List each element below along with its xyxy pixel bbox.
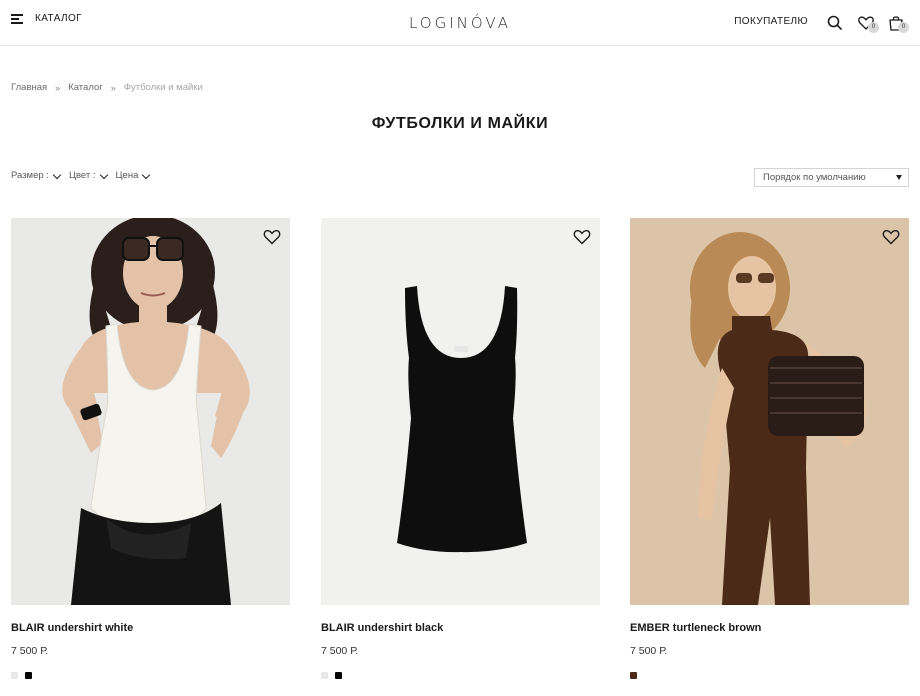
product-photo-illustration xyxy=(11,218,290,605)
product-name[interactable]: BLAIR undershirt black xyxy=(321,622,600,634)
chevron-down-icon xyxy=(142,170,151,179)
product-price: 7 500 Р. xyxy=(321,645,359,657)
breadcrumb-separator: » xyxy=(55,82,61,93)
size-filter-label: Размер : xyxy=(11,170,49,181)
breadcrumb-current: Футболки и майки xyxy=(123,82,203,93)
breadcrumb-catalog-link[interactable]: Каталог xyxy=(68,82,103,93)
price-filter-label: Цена xyxy=(115,170,139,181)
sort-selected-value: Порядок по умолчанию xyxy=(763,172,866,183)
product-card: BLAIR undershirt black 7 500 Р. xyxy=(321,218,600,679)
color-swatch-black[interactable] xyxy=(25,672,32,679)
chevron-down-icon xyxy=(99,170,108,179)
product-price: 7 500 Р. xyxy=(630,645,668,657)
product-photo-illustration xyxy=(321,218,600,605)
color-swatch-white[interactable] xyxy=(11,672,18,679)
search-icon[interactable] xyxy=(826,14,844,32)
cart-bag-icon[interactable]: 0 xyxy=(887,14,909,33)
price-filter-dropdown[interactable]: Цена xyxy=(115,170,151,181)
product-name[interactable]: BLAIR undershirt white xyxy=(11,622,290,634)
wishlist-count-badge: 0 xyxy=(868,22,879,33)
color-swatches xyxy=(321,672,600,679)
product-name[interactable]: EMBER turtleneck brown xyxy=(630,622,909,634)
product-image[interactable] xyxy=(11,218,290,605)
color-swatch-black[interactable] xyxy=(335,672,342,679)
color-swatches xyxy=(11,672,290,679)
product-image[interactable] xyxy=(321,218,600,605)
page-title: ФУТБОЛКИ И МАЙКИ xyxy=(371,115,549,132)
product-photo-illustration xyxy=(630,218,909,605)
add-to-wishlist-heart-icon[interactable] xyxy=(882,229,900,245)
product-card: EMBER turtleneck brown 7 500 Р. xyxy=(630,218,909,679)
color-filter-dropdown[interactable]: Цвет : xyxy=(68,170,108,181)
sort-select[interactable]: Порядок по умолчанию xyxy=(754,168,909,187)
color-swatches xyxy=(630,672,909,679)
chevron-down-icon xyxy=(52,170,62,179)
product-image[interactable] xyxy=(630,218,909,605)
size-filter-dropdown[interactable]: Размер : xyxy=(11,170,62,181)
site-header: КАТАЛОГ LOGINÓVA ПОКУПАТЕЛЮ 0 0 xyxy=(0,0,920,46)
breadcrumb-separator: » xyxy=(110,82,116,93)
breadcrumb-home-link[interactable]: Главная xyxy=(11,82,47,93)
buyer-info-link[interactable]: ПОКУПАТЕЛЮ xyxy=(734,16,808,27)
caret-down-icon xyxy=(896,175,902,180)
color-swatch-white[interactable] xyxy=(321,672,328,679)
add-to-wishlist-heart-icon[interactable] xyxy=(573,229,591,245)
product-card: BLAIR undershirt white 7 500 Р. xyxy=(11,218,290,679)
color-filter-label: Цвет : xyxy=(68,170,96,181)
filter-bar: Размер : Цвет : Цена xyxy=(11,170,151,181)
product-price: 7 500 Р. xyxy=(11,645,49,657)
add-to-wishlist-heart-icon[interactable] xyxy=(263,229,281,245)
wishlist-icon[interactable]: 0 xyxy=(857,14,879,33)
cart-count-badge: 0 xyxy=(898,22,909,33)
color-swatch-brown[interactable] xyxy=(630,672,637,679)
breadcrumb: Главная » Каталог » Футболки и майки xyxy=(11,82,203,93)
